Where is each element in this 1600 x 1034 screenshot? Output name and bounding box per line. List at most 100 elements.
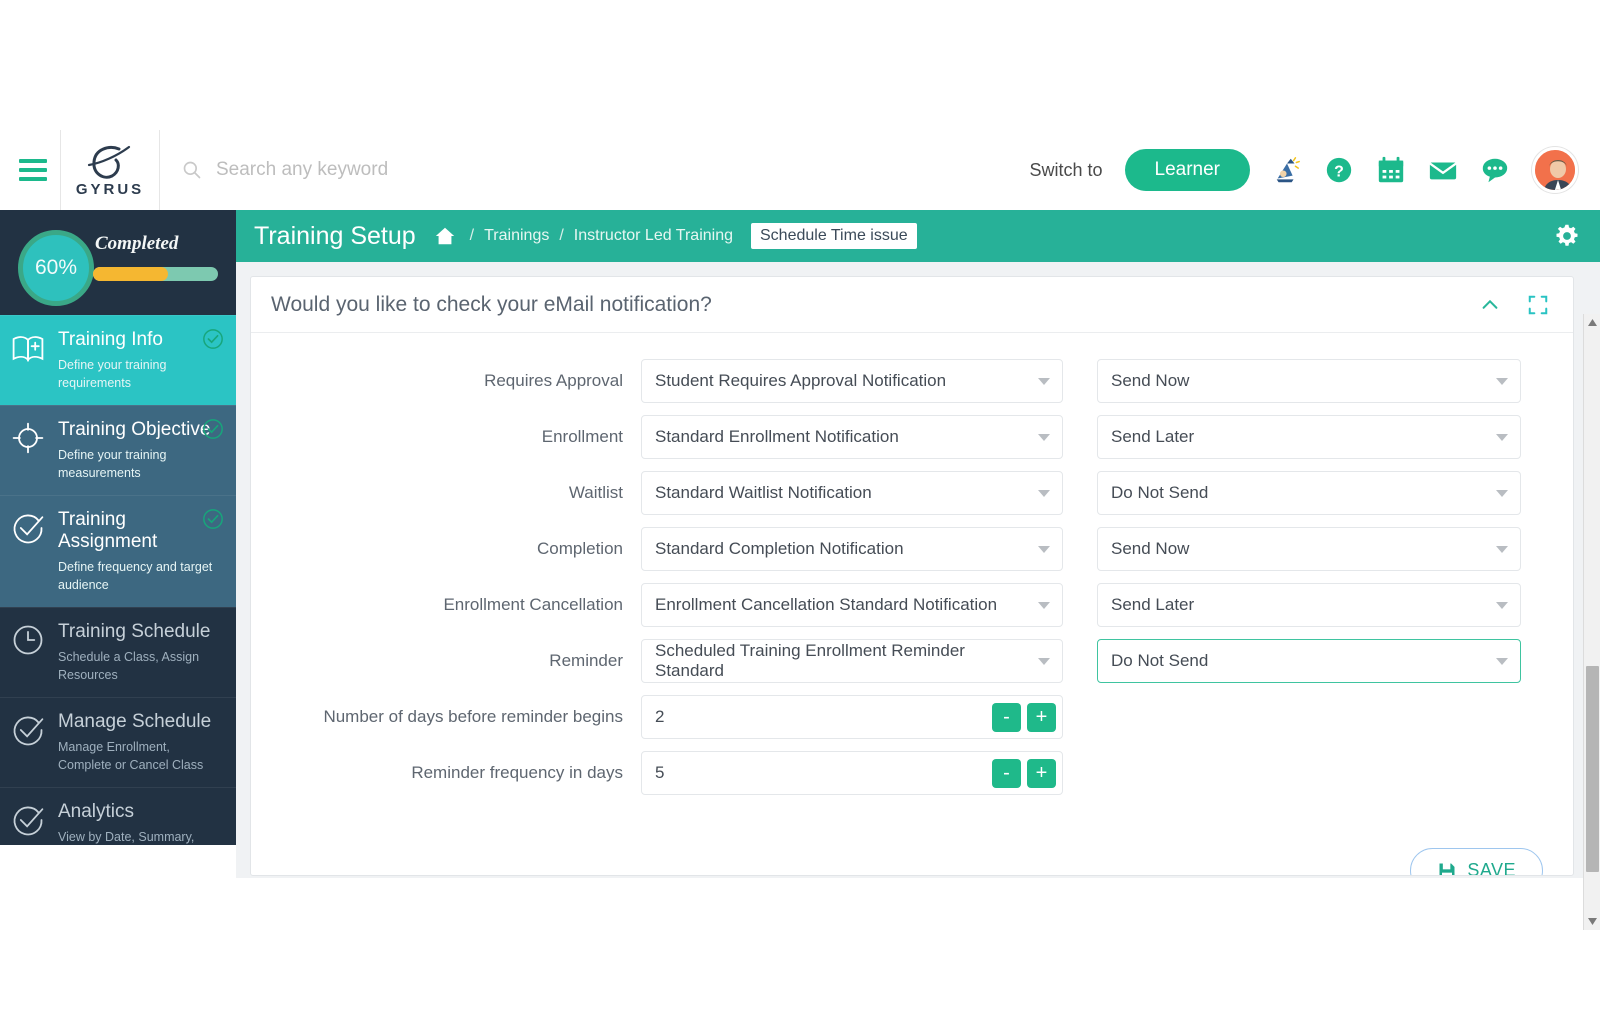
sidebar-item-manage-schedule[interactable]: Manage Schedule Manage Enrollment, Compl… <box>0 697 236 787</box>
chevron-down-icon[interactable] <box>1496 658 1508 665</box>
fullscreen-icon[interactable] <box>1527 294 1549 316</box>
notification-select[interactable]: Standard Waitlist Notification <box>641 471 1063 515</box>
save-floppy-icon <box>1439 863 1455 875</box>
progress-summary: 60% Completed <box>0 210 236 315</box>
check-circle-icon <box>13 716 44 746</box>
switch-to-label: Switch to <box>1029 159 1103 180</box>
email-notification-panel: Would you like to check your eMail notif… <box>250 276 1574 876</box>
sidebar-item-analytics[interactable]: Analytics View by Date, Summary, Graph <box>0 787 236 845</box>
panel-header: Would you like to check your eMail notif… <box>251 277 1573 333</box>
save-button[interactable]: SAVE <box>1410 848 1543 876</box>
sidebar-item-training-objective[interactable]: Training Objective Define your training … <box>0 405 236 496</box>
hamburger-menu-icon[interactable] <box>10 159 56 181</box>
stepper-value[interactable]: 5 <box>655 763 992 783</box>
vertical-scrollbar[interactable] <box>1583 314 1600 930</box>
days-before-stepper[interactable]: 2 - + <box>641 695 1063 739</box>
row-label: Reminder frequency in days <box>411 763 623 782</box>
gyrus-logo-icon <box>87 145 131 179</box>
scrollbar-thumb[interactable] <box>1586 666 1599 872</box>
decrement-button[interactable]: - <box>992 702 1021 732</box>
timing-select[interactable]: Do Not Send <box>1097 471 1521 515</box>
notification-select[interactable]: Standard Enrollment Notification <box>641 415 1063 459</box>
save-label: SAVE <box>1467 860 1516 876</box>
wizard-icon[interactable] <box>1272 155 1302 185</box>
chat-icon[interactable] <box>1480 155 1510 185</box>
chevron-down-icon[interactable] <box>1038 434 1050 441</box>
chevron-down-icon[interactable] <box>1496 378 1508 385</box>
sidebar-item-subtitle: View by Date, Summary, Graph <box>58 830 195 845</box>
search-icon <box>183 161 201 179</box>
brand-logo[interactable]: GYRUS <box>60 130 160 210</box>
avatar-person-icon <box>1535 150 1575 190</box>
timing-select[interactable]: Send Later <box>1097 583 1521 627</box>
timing-select-focused[interactable]: Do Not Send <box>1097 639 1521 683</box>
progress-ring: 60% <box>18 230 94 306</box>
progress-bar-track <box>93 267 218 281</box>
row-label: Enrollment <box>541 427 623 446</box>
notification-select-wrap: Standard Enrollment Notification <box>641 415 1063 459</box>
form-row-enrollment: Enrollment Standard Enrollment Notificat… <box>251 415 1537 459</box>
check-badge-icon <box>203 509 223 530</box>
form-row-waitlist: Waitlist Standard Waitlist Notification … <box>251 471 1537 515</box>
panel-actions <box>1479 294 1549 316</box>
notification-select-wrap: Scheduled Training Enrollment Reminder S… <box>641 639 1063 683</box>
clock-icon <box>13 625 43 655</box>
scroll-up-arrow-icon[interactable] <box>1584 314 1600 331</box>
calendar-icon[interactable] <box>1376 155 1406 185</box>
timing-select-wrap: Do Not Send <box>1097 471 1521 515</box>
gear-icon[interactable] <box>1554 223 1580 249</box>
chevron-down-icon[interactable] <box>1038 378 1050 385</box>
stepper-value[interactable]: 2 <box>655 707 992 727</box>
chevron-down-icon[interactable] <box>1496 602 1508 609</box>
chevron-down-icon[interactable] <box>1038 546 1050 553</box>
row-label: Enrollment Cancellation <box>443 595 623 614</box>
breadcrumb-chip[interactable]: Schedule Time issue <box>751 223 917 249</box>
mail-icon[interactable] <box>1428 155 1458 185</box>
breadcrumb-separator: / <box>559 227 564 244</box>
chevron-down-icon[interactable] <box>1038 658 1050 665</box>
reminder-frequency-stepper[interactable]: 5 - + <box>641 751 1063 795</box>
timing-select-wrap: Send Now <box>1097 527 1521 571</box>
row-label: Requires Approval <box>484 371 623 390</box>
search-input[interactable] <box>216 159 736 181</box>
sidebar-item-training-info[interactable]: Training Info Define your training requi… <box>0 315 236 406</box>
row-label: Number of days before reminder begins <box>323 707 623 726</box>
timing-select[interactable]: Send Now <box>1097 527 1521 571</box>
form-row-reminder: Reminder Scheduled Training Enrollment R… <box>251 639 1537 683</box>
increment-button[interactable]: + <box>1027 702 1056 732</box>
scroll-down-arrow-icon[interactable] <box>1584 913 1600 930</box>
help-icon[interactable]: ? <box>1324 155 1354 185</box>
chevron-down-icon[interactable] <box>1038 490 1050 497</box>
chevron-down-icon[interactable] <box>1496 490 1508 497</box>
decrement-button[interactable]: - <box>992 758 1021 788</box>
breadcrumb-trainings[interactable]: Trainings <box>484 227 549 245</box>
notification-select-wrap: Student Requires Approval Notification <box>641 359 1063 403</box>
learner-switch-button[interactable]: Learner <box>1124 149 1250 191</box>
sidebar-item-subtitle: Schedule a Class, Assign Resources <box>58 649 200 683</box>
sidebar-item-training-schedule[interactable]: Training Schedule Schedule a Class, Assi… <box>0 607 236 697</box>
sidebar-item-training-assignment[interactable]: Training Assignment Define frequency and… <box>0 495 236 608</box>
form-row-days-before-reminder: Number of days before reminder begins 2 … <box>251 695 1537 739</box>
timing-select[interactable]: Send Now <box>1097 359 1521 403</box>
home-icon[interactable] <box>434 225 456 247</box>
notification-select[interactable]: Scheduled Training Enrollment Reminder S… <box>641 639 1063 683</box>
increment-button[interactable]: + <box>1027 758 1056 788</box>
timing-select[interactable]: Send Later <box>1097 415 1521 459</box>
notification-select[interactable]: Standard Completion Notification <box>641 527 1063 571</box>
chevron-down-icon[interactable] <box>1038 602 1050 609</box>
timing-select-wrap: Send Later <box>1097 583 1521 627</box>
sidebar-item-title: Training Info <box>58 329 163 350</box>
row-label: Reminder <box>549 651 623 670</box>
breadcrumb-separator: / <box>469 227 475 244</box>
avatar[interactable] <box>1532 147 1578 193</box>
chevron-down-icon[interactable] <box>1496 434 1508 441</box>
notification-select[interactable]: Student Requires Approval Notification <box>641 359 1063 403</box>
form-row-completion: Completion Standard Completion Notificat… <box>251 527 1537 571</box>
chevron-down-icon[interactable] <box>1496 546 1508 553</box>
timing-select-wrap: Send Now <box>1097 359 1521 403</box>
breadcrumb-instructor-led-training[interactable]: Instructor Led Training <box>574 227 733 245</box>
nav-right-actions: Switch to Learner ? <box>1029 147 1600 193</box>
notification-select-wrap: Standard Waitlist Notification <box>641 471 1063 515</box>
chevron-up-icon[interactable] <box>1479 294 1501 316</box>
notification-select[interactable]: Enrollment Cancellation Standard Notific… <box>641 583 1063 627</box>
